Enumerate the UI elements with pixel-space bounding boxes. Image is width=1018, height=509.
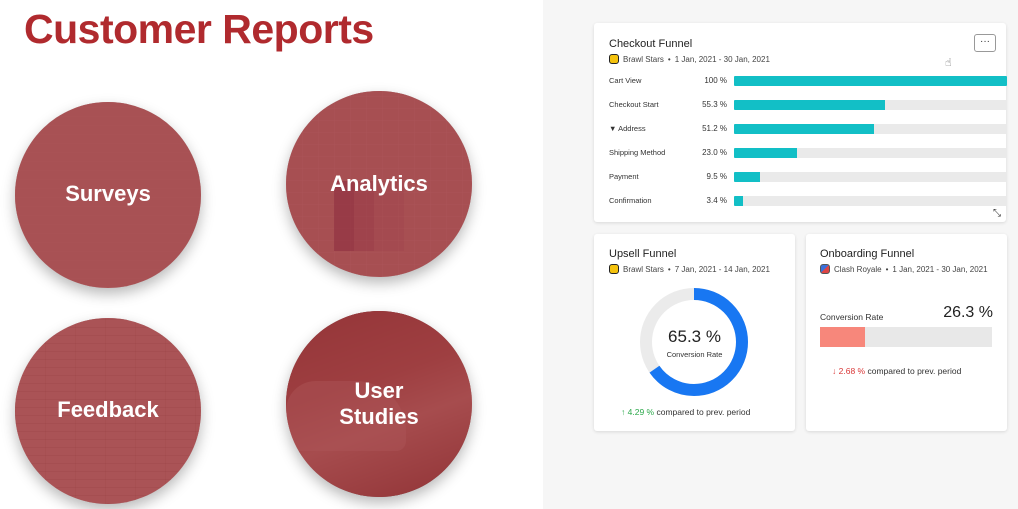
clash-royale-icon	[820, 264, 830, 274]
funnel-row[interactable]: Checkout Start 55.3 %	[609, 99, 1007, 111]
date-range: 1 Jan, 2021 - 30 Jan, 2021	[892, 264, 988, 274]
funnel-row[interactable]: Payment 9.5 %	[609, 171, 1007, 183]
funnel-bar-fill	[734, 100, 885, 110]
funnel-bar-track	[734, 76, 1007, 86]
funnel-bar-track	[734, 124, 1007, 134]
game-name: Clash Royale	[834, 264, 882, 274]
game-name: Brawl Stars	[623, 264, 664, 274]
conversion-bar-track	[820, 327, 992, 347]
funnel-step-name: Confirmation	[609, 196, 652, 205]
funnel-step-value: 9.5 %	[706, 172, 727, 181]
user-studies-label: User Studies	[339, 378, 419, 429]
funnel-bar-fill	[734, 76, 1007, 86]
funnel-step-value: 3.4 %	[706, 196, 727, 205]
card-subtitle: Clash Royale • 1 Jan, 2021 - 30 Jan, 202…	[820, 264, 988, 274]
conversion-value: 26.3 %	[943, 304, 993, 321]
onboarding-funnel-card[interactable]: Onboarding Funnel Clash Royale • 1 Jan, …	[806, 234, 1007, 431]
delta-text: compared to prev. period	[656, 407, 751, 417]
funnel-step-name: Cart View	[609, 76, 642, 85]
conversion-bar-fill	[820, 327, 866, 347]
hand-cursor-icon: ☝	[945, 57, 952, 69]
funnel-row[interactable]: Cart View 100 %	[609, 75, 1007, 87]
funnel-step-name: Checkout Start	[609, 100, 659, 109]
funnel-bar-fill	[734, 148, 797, 158]
funnel-bar-track	[734, 148, 1007, 158]
delta-indicator: ↑ 4.29 % compared to prev. period	[621, 407, 750, 417]
game-name: Brawl Stars	[623, 54, 664, 64]
card-title: Upsell Funnel	[609, 248, 677, 260]
funnel-bar-track	[734, 100, 1007, 110]
funnel-step-value: 23.0 %	[702, 148, 727, 157]
funnel-bar-track	[734, 172, 1007, 182]
funnel-row[interactable]: Shipping Method 23.0 %	[609, 147, 1007, 159]
page-title: Customer Reports	[24, 6, 374, 52]
brawl-stars-icon	[609, 264, 619, 274]
card-title: Checkout Funnel	[609, 38, 693, 50]
delta-text: compared to prev. period	[867, 366, 962, 376]
card-title: Onboarding Funnel	[820, 248, 915, 260]
funnel-step-value: 55.3 %	[702, 100, 727, 109]
funnel-bar-track	[734, 196, 1007, 206]
funnel-bar-fill	[734, 124, 874, 134]
conversion-label: Conversion Rate	[820, 312, 884, 322]
brawl-stars-icon	[609, 54, 619, 64]
conversion-value: 65.3 %	[668, 327, 721, 346]
arrow-down-icon: ↓	[832, 366, 837, 376]
arrow-up-icon: ↑	[621, 407, 626, 417]
upsell-funnel-card[interactable]: Upsell Funnel Brawl Stars • 7 Jan, 2021 …	[594, 234, 795, 431]
dashboard-panel: Checkout Funnel Brawl Stars • 1 Jan, 202…	[543, 0, 1018, 509]
date-range: 1 Jan, 2021 - 30 Jan, 2021	[674, 54, 770, 64]
funnel-row[interactable]: ▼ Address 51.2 %	[609, 123, 1007, 135]
card-subtitle: Brawl Stars • 1 Jan, 2021 - 30 Jan, 2021	[609, 54, 770, 64]
funnel-step-value: 100 %	[704, 76, 727, 85]
more-menu-button[interactable]: ···	[974, 34, 996, 52]
delta-value: 2.68 %	[838, 366, 866, 376]
expand-icon[interactable]: ⤡	[993, 208, 1001, 219]
funnel-step-name: ▼ Address	[609, 124, 646, 133]
funnel-step-name: Shipping Method	[609, 148, 666, 157]
feedback-label: Feedback	[57, 397, 159, 422]
funnel-row[interactable]: Confirmation 3.4 %	[609, 195, 1007, 207]
funnel-step-value: 51.2 %	[702, 124, 727, 133]
funnel-bar-fill	[734, 172, 760, 182]
analytics-circle[interactable]: Analytics	[286, 91, 472, 277]
date-range: 7 Jan, 2021 - 14 Jan, 2021	[674, 264, 770, 274]
analytics-label: Analytics	[330, 171, 428, 196]
delta-value: 4.29 %	[627, 407, 655, 417]
delta-indicator: ↓ 2.68 % compared to prev. period	[832, 366, 961, 376]
surveys-label: Surveys	[65, 181, 151, 206]
feedback-circle[interactable]: Feedback	[15, 318, 201, 504]
checkout-funnel-card[interactable]: Checkout Funnel Brawl Stars • 1 Jan, 202…	[594, 23, 1007, 222]
card-subtitle: Brawl Stars • 7 Jan, 2021 - 14 Jan, 2021	[609, 264, 770, 274]
funnel-bar-fill	[734, 196, 744, 206]
conversion-label: Conversion Rate	[666, 350, 723, 359]
user-studies-circle[interactable]: User Studies	[286, 311, 472, 497]
funnel-step-name: Payment	[609, 172, 639, 181]
surveys-circle[interactable]: Surveys	[15, 102, 201, 288]
